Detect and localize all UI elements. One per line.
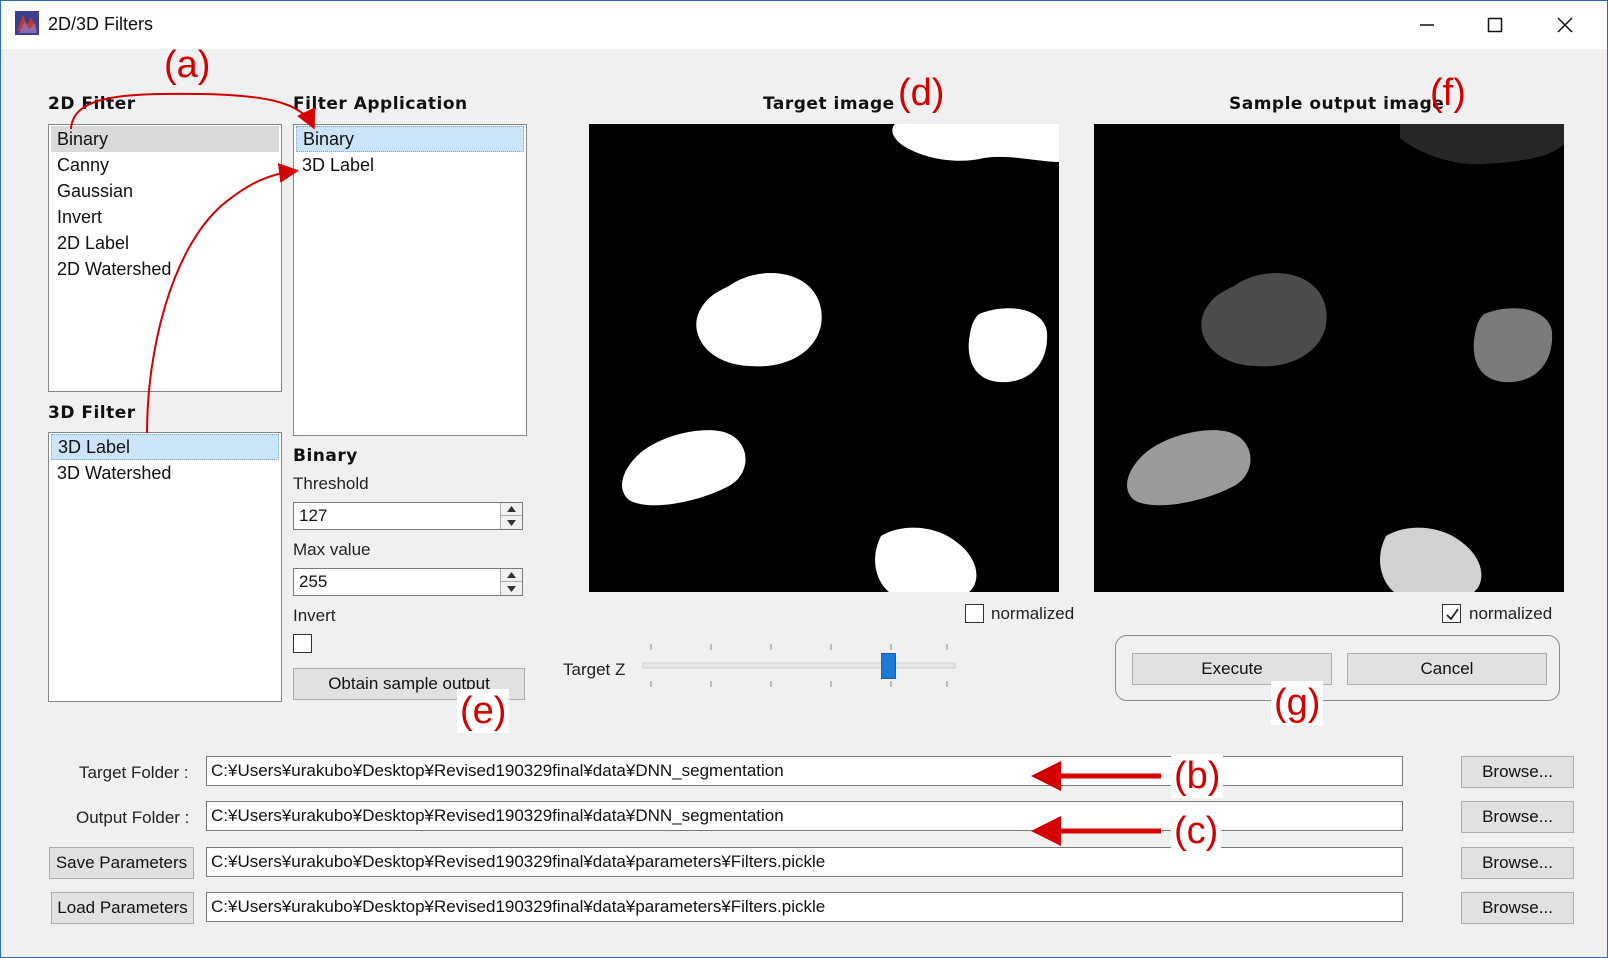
browse-save-button[interactable]: Browse...: [1461, 847, 1574, 879]
sample-normalized-checkbox[interactable]: [1442, 604, 1461, 623]
maximize-button[interactable]: [1461, 1, 1529, 49]
app-icon: [15, 11, 39, 35]
filter2d-list[interactable]: Binary Canny Gaussian Invert 2D Label 2D…: [48, 124, 282, 392]
window-title: 2D/3D Filters: [48, 14, 154, 34]
annotation-e: (e): [457, 689, 510, 733]
output-folder-label: Output Folder :: [76, 808, 190, 827]
minimize-icon: [1419, 17, 1435, 33]
annotation-d: (d): [898, 72, 945, 114]
list-item[interactable]: Canny: [51, 152, 279, 178]
browse-output-button[interactable]: Browse...: [1461, 801, 1574, 833]
minimize-button[interactable]: [1393, 1, 1461, 49]
cancel-button[interactable]: Cancel: [1347, 653, 1547, 685]
threshold-label: Threshold: [293, 474, 369, 493]
maxvalue-label: Max value: [293, 540, 371, 559]
list-item[interactable]: 3D Label: [51, 434, 279, 460]
target-image-title: Target image: [763, 94, 895, 114]
slider-thumb[interactable]: [880, 653, 896, 679]
browse-target-button[interactable]: Browse...: [1461, 756, 1574, 788]
list-item[interactable]: Gaussian: [51, 178, 279, 204]
application-list[interactable]: Binary 3D Label: [293, 124, 527, 436]
list-item[interactable]: Invert: [51, 204, 279, 230]
annotation-a: (a): [164, 44, 211, 86]
list-item[interactable]: 2D Label: [51, 230, 279, 256]
title-bar: 2D/3D Filters: [1, 1, 1607, 49]
threshold-value: 127: [299, 506, 328, 525]
maxvalue-spinbox[interactable]: 255: [293, 568, 523, 596]
filter3d-label: 3D Filter: [48, 403, 136, 423]
sample-output-image: [1094, 124, 1564, 592]
filters-window: 2D/3D Filters 2D Filter Binary Canny Gau…: [0, 0, 1608, 958]
target-folder-label: Target Folder :: [79, 763, 189, 782]
close-icon: [1556, 16, 1574, 34]
target-z-slider[interactable]: [641, 641, 957, 691]
filter2d-label: 2D Filter: [48, 94, 136, 114]
spin-buttons: [500, 569, 522, 595]
save-parameters-button[interactable]: Save Parameters: [49, 847, 194, 879]
spin-up-icon[interactable]: [501, 569, 522, 582]
spin-down-icon[interactable]: [501, 516, 522, 529]
param-filter-name: Binary: [293, 446, 358, 466]
sample-normalized-label: normalized: [1469, 604, 1553, 623]
list-item[interactable]: 3D Label: [296, 152, 524, 178]
target-z-label: Target Z: [563, 660, 626, 679]
list-item[interactable]: 2D Watershed: [51, 256, 279, 282]
save-parameters-field[interactable]: C:¥Users¥urakubo¥Desktop¥Revised190329fi…: [206, 847, 1403, 877]
browse-load-button[interactable]: Browse...: [1461, 892, 1574, 924]
output-folder-field[interactable]: C:¥Users¥urakubo¥Desktop¥Revised190329fi…: [206, 801, 1403, 831]
maximize-icon: [1487, 17, 1503, 33]
target-normalized-label: normalized: [991, 604, 1075, 623]
list-item[interactable]: Binary: [296, 126, 524, 152]
invert-checkbox[interactable]: [293, 634, 312, 653]
annotation-c: (c): [1171, 809, 1222, 853]
checkmark-icon: [1446, 608, 1459, 621]
annotation-f: (f): [1430, 72, 1466, 114]
spin-buttons: [500, 503, 522, 529]
close-button[interactable]: [1531, 1, 1599, 49]
slider-track: [642, 644, 956, 687]
annotation-g: (g): [1271, 681, 1324, 725]
target-normalized-checkbox[interactable]: [965, 604, 984, 623]
sample-image-title: Sample output image: [1229, 94, 1445, 114]
list-item[interactable]: Binary: [51, 126, 279, 152]
application-label: Filter Application: [293, 94, 468, 114]
annotation-b: (b): [1171, 754, 1224, 798]
load-parameters-field[interactable]: C:¥Users¥urakubo¥Desktop¥Revised190329fi…: [206, 892, 1403, 922]
spin-up-icon[interactable]: [501, 503, 522, 516]
spin-down-icon[interactable]: [501, 582, 522, 595]
load-parameters-button[interactable]: Load Parameters: [51, 892, 194, 924]
maxvalue-value: 255: [299, 572, 328, 591]
target-image: [589, 124, 1059, 592]
list-item[interactable]: 3D Watershed: [51, 460, 279, 486]
threshold-spinbox[interactable]: 127: [293, 502, 523, 530]
invert-label: Invert: [293, 606, 336, 625]
filter3d-list[interactable]: 3D Label 3D Watershed: [48, 432, 282, 702]
